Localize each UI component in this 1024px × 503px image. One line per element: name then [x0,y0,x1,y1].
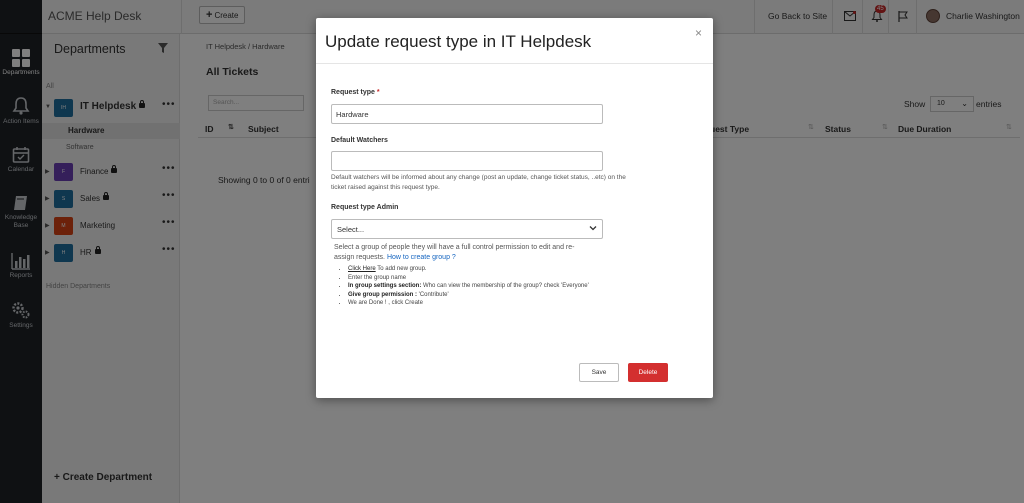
step-bold: Give group permission : [348,291,418,298]
list-item: Give group permission : 'Contribute' [348,291,598,300]
delete-button[interactable]: Delete [628,363,668,382]
required-mark: * [376,89,380,96]
default-watchers-input[interactable] [331,151,603,171]
request-type-label-text: Request type [331,89,375,96]
how-to-create-group-link[interactable]: How to create group ? [387,254,456,261]
list-item: In group settings section: Who can view … [348,282,598,291]
list-item: Click Here To add new group. [348,265,598,274]
chevron-down-icon [589,226,597,231]
group-help-text: Select a group of people they will have … [334,243,589,263]
group-steps-list: Click Here To add new group. Enter the g… [348,265,598,308]
request-type-label: Request type * [331,89,380,96]
default-watchers-label: Default Watchers [331,137,388,144]
step-text: To add new group. [375,266,427,272]
request-type-admin-select[interactable]: Select... [331,219,603,239]
step-text: Who can view the membership of the group… [421,283,589,289]
dialog-title: Update request type in IT Helpdesk [325,32,592,51]
close-icon[interactable]: × [695,26,702,40]
request-type-admin-label: Request type Admin [331,204,399,211]
request-type-input[interactable]: Hardware [331,104,603,124]
save-button[interactable]: Save [579,363,619,382]
update-request-type-dialog: Update request type in IT Helpdesk × Req… [316,18,713,398]
step-bold: In group settings section: [348,283,422,289]
step-text: 'Contribute' [417,291,449,298]
dialog-divider [316,63,713,64]
click-here-link[interactable]: Click Here [348,266,376,272]
admin-select-value: Select... [337,225,365,234]
watchers-help-text: Default watchers will be informed about … [331,174,626,191]
list-item: Enter the group name [348,274,598,283]
list-item: We are Done ! , click Create [348,299,598,308]
